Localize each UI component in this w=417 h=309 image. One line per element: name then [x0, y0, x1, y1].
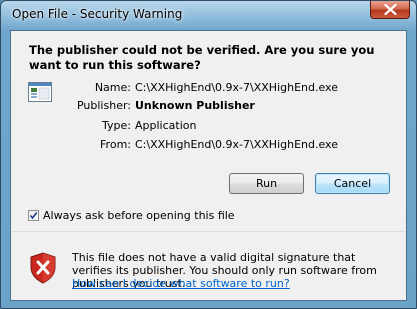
always-ask-checkbox[interactable] — [28, 210, 39, 221]
security-shield-icon — [30, 252, 56, 284]
type-label: Type: — [102, 119, 131, 132]
always-ask-label[interactable]: Always ask before opening this file — [43, 209, 235, 222]
security-warning-dialog: Open File - Security Warning The publish… — [0, 0, 417, 309]
name-label: Name: — [94, 81, 131, 94]
close-icon — [384, 4, 397, 15]
name-value: C:\XXHighEnd\0.9x-7\XXHighEnd.exe — [135, 81, 339, 94]
from-value: C:\XXHighEnd\0.9x-7\XXHighEnd.exe — [135, 138, 339, 151]
help-link[interactable]: How can I decide what software to run? — [72, 277, 290, 290]
publisher-label: Publisher: — [76, 99, 131, 112]
warning-heading: The publisher could not be verified. Are… — [29, 43, 375, 72]
title-bar[interactable]: Open File - Security Warning — [1, 1, 416, 29]
dialog-content: The publisher could not be verified. Are… — [10, 30, 407, 301]
close-button[interactable] — [370, 1, 410, 19]
window-title: Open File - Security Warning — [12, 7, 183, 21]
publisher-value: Unknown Publisher — [135, 99, 255, 112]
run-button[interactable]: Run — [229, 173, 304, 194]
from-label: From: — [100, 138, 131, 151]
separator — [11, 231, 406, 232]
cancel-button[interactable]: Cancel — [315, 173, 390, 194]
type-value: Application — [135, 119, 197, 132]
checkmark-icon — [29, 212, 38, 220]
